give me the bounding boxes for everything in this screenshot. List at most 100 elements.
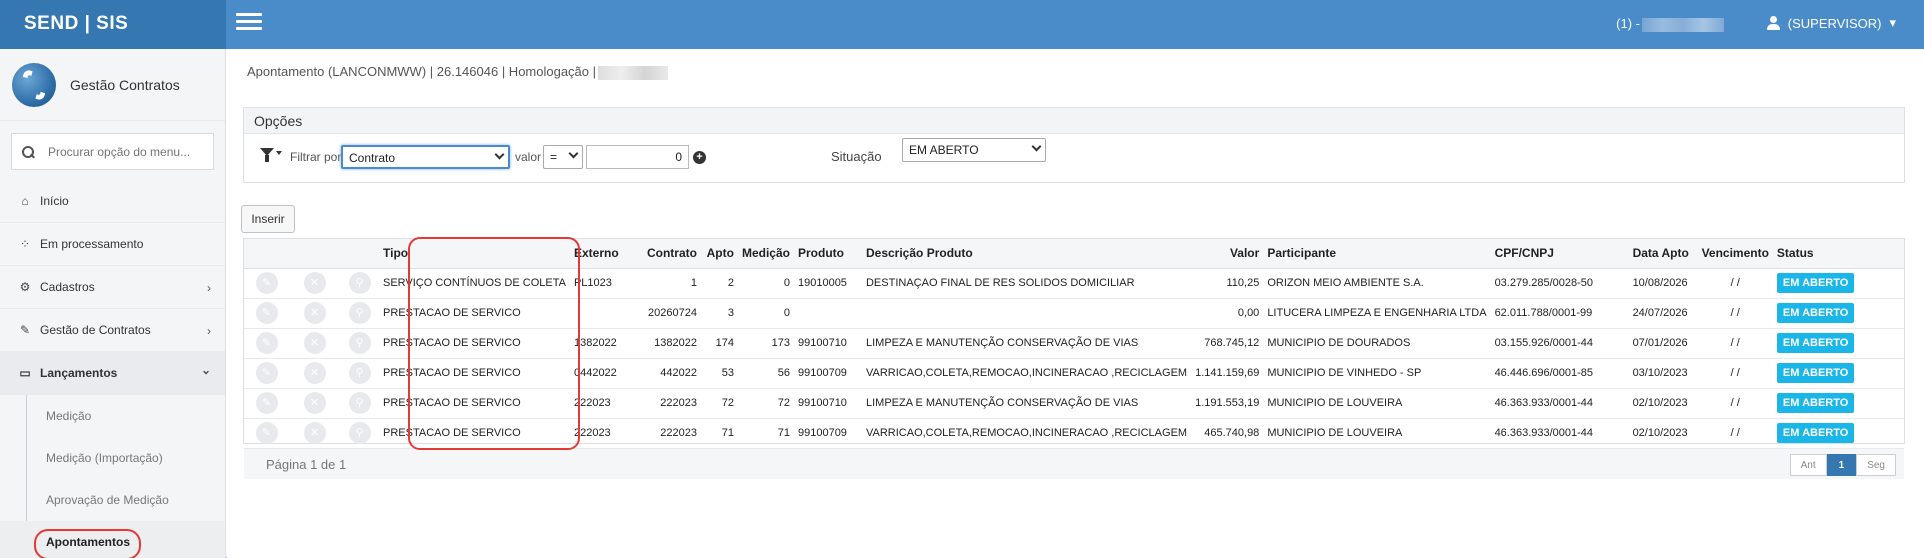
options-title: Opções <box>244 108 1904 134</box>
sidebar-submenu-lancamentos: Medição Medição (Importação) Aprovação d… <box>0 395 225 558</box>
sidebar-subitem-aprovacao-de-medicao[interactable]: Aprovação de Medição <box>0 479 225 521</box>
search-icon[interactable]: ⚲ <box>348 332 371 354</box>
col-valor[interactable]: Valor <box>1191 239 1264 269</box>
cell-medicao: 0 <box>737 268 794 299</box>
edit-icon[interactable]: ✎ <box>255 332 278 354</box>
chevron-down-icon: ⌄ <box>200 363 211 377</box>
col-descricao-produto[interactable]: Descrição Produto <box>861 239 1192 269</box>
menu-search[interactable] <box>11 133 214 170</box>
operator-value: = <box>550 150 558 164</box>
add-filter-icon[interactable]: + <box>693 151 706 164</box>
row-view-button-cell: ⚲ <box>340 268 379 299</box>
operator-select[interactable]: = <box>543 145 583 169</box>
brand-logo[interactable]: SEND | SIS <box>0 0 226 49</box>
cell-data-apto: 03/10/2023 <box>1628 358 1698 389</box>
row-edit-button-cell: ✎ <box>244 358 289 389</box>
col-externo[interactable]: Externo <box>569 239 632 269</box>
sidebar-item-inicio[interactable]: ⌂ Início <box>0 180 225 223</box>
sidebar-subitem-medicao[interactable]: Medição <box>0 395 225 437</box>
caret-down-icon: ▾ <box>1889 15 1896 30</box>
page-1-button[interactable]: 1 <box>1826 453 1857 476</box>
col-cpf-cnpj[interactable]: CPF/CNPJ <box>1490 239 1629 269</box>
col-contrato[interactable]: Contrato <box>631 239 701 269</box>
prev-page-button[interactable]: Ant <box>1789 453 1827 476</box>
menu-toggle-icon[interactable] <box>236 13 262 31</box>
filter-caret-icon[interactable] <box>276 151 282 155</box>
results-table: Tipo Externo Contrato Apto Medição Produ… <box>243 238 1905 479</box>
table-row[interactable]: ✎ ✕ ⚲ PRESTACAO DE SERVICO 0442022 442022 53 56… <box>244 358 1904 389</box>
cell-tipo: PRESTACAO DE SERVICO <box>379 388 570 419</box>
cell-contrato: 1382022 <box>631 328 701 359</box>
row-delete-button-cell: ✕ <box>289 418 340 449</box>
filter-field-select[interactable]: Contrato <box>341 145 510 169</box>
col-participante[interactable]: Participante <box>1263 239 1491 269</box>
sidebar-item-em-processamento[interactable]: ⁘ Em processamento <box>0 223 225 266</box>
cell-medicao: 173 <box>737 328 794 359</box>
sidebar-item-gestao-de-contratos[interactable]: ✎ Gestão de Contratos › <box>0 309 225 352</box>
table-row[interactable]: ✎ ✕ ⚲ PRESTACAO DE SERVICO 1382022 1382022 174… <box>244 328 1904 359</box>
col-vencimento[interactable]: Vencimento <box>1697 239 1773 269</box>
sidebar-subitem-medicao-importacao[interactable]: Medição (Importação) <box>0 437 225 479</box>
filter-icon[interactable] <box>260 148 274 162</box>
cell-cpf-cnpj: 62.011.788/0001-99 <box>1490 298 1629 329</box>
close-icon[interactable]: ✕ <box>303 272 326 294</box>
search-icon[interactable]: ⚲ <box>348 392 371 414</box>
close-icon[interactable]: ✕ <box>303 302 326 324</box>
status-badge: EM ABERTO <box>1776 333 1855 353</box>
close-icon[interactable]: ✕ <box>303 332 326 354</box>
search-icon[interactable]: ⚲ <box>348 272 371 294</box>
edit-icon[interactable]: ✎ <box>255 272 278 294</box>
menu-search-input[interactable] <box>48 144 208 159</box>
col-apto[interactable]: Apto <box>700 239 738 269</box>
user-icon <box>1766 16 1780 30</box>
situacao-select[interactable]: EM ABERTO <box>902 138 1046 162</box>
cell-produto: 19010005 <box>793 268 862 299</box>
cell-vencimento: / / <box>1697 388 1773 419</box>
cell-externo: 222023 <box>569 418 632 449</box>
edit-icon[interactable]: ✎ <box>255 362 278 384</box>
col-status[interactable]: Status <box>1772 239 1904 269</box>
cell-status: EM ABERTO <box>1772 298 1904 329</box>
table-row[interactable]: ✎ ✕ ⚲ SERVIÇO CONTÍNUOS DE COLETA PL1023 1 2 0 1… <box>244 268 1904 299</box>
cell-status: EM ABERTO <box>1772 418 1904 449</box>
next-page-button[interactable]: Seg <box>1856 453 1896 476</box>
page-info: Página 1 de 1 <box>266 456 347 472</box>
cell-apto: 174 <box>700 328 738 359</box>
redacted-environment <box>598 65 669 80</box>
search-icon[interactable]: ⚲ <box>348 362 371 384</box>
close-icon[interactable]: ✕ <box>303 422 326 444</box>
col-data-apto[interactable]: Data Apto <box>1628 239 1698 269</box>
table-row[interactable]: ✎ ✕ ⚲ PRESTACAO DE SERVICO 20260724 3 0 0,00 LIT… <box>244 298 1904 329</box>
search-icon[interactable]: ⚲ <box>348 422 371 444</box>
col-tipo[interactable]: Tipo <box>379 239 570 269</box>
user-menu[interactable]: (SUPERVISOR) ▾ <box>1766 15 1896 31</box>
sidebar-item-cadastros[interactable]: ⚙ Cadastros › <box>0 266 225 309</box>
search-icon[interactable]: ⚲ <box>348 302 371 324</box>
filter-value-input[interactable]: 0 <box>586 145 689 169</box>
cell-cpf-cnpj: 46.446.696/0001-85 <box>1490 358 1629 389</box>
sidebar-subitem-apontamentos[interactable]: Apontamentos <box>0 521 225 558</box>
cell-cpf-cnpj: 03.279.285/0028-50 <box>1490 268 1629 299</box>
edit-icon[interactable]: ✎ <box>255 422 278 444</box>
sidebar-item-lancamentos[interactable]: ▭ Lançamentos ⌄ <box>0 352 225 395</box>
close-icon[interactable]: ✕ <box>303 392 326 414</box>
situacao-label: Situação <box>831 149 882 164</box>
table-row[interactable]: ✎ ✕ ⚲ PRESTACAO DE SERVICO 222023 222023 71 71 9… <box>244 418 1904 449</box>
cell-data-apto: 02/10/2023 <box>1628 418 1698 449</box>
cell-participante: MUNICIPIO DE DOURADOS <box>1263 328 1491 359</box>
table-body: ✎ ✕ ⚲ SERVIÇO CONTÍNUOS DE COLETA PL1023 1 2 0 1… <box>244 268 1904 449</box>
close-icon[interactable]: ✕ <box>303 362 326 384</box>
cell-cpf-cnpj: 46.363.933/0001-44 <box>1490 388 1629 419</box>
cell-tipo: PRESTACAO DE SERVICO <box>379 358 570 389</box>
insert-button[interactable]: Inserir <box>241 205 295 233</box>
cell-apto: 72 <box>700 388 738 419</box>
col-medicao[interactable]: Medição <box>737 239 794 269</box>
search-icon <box>22 145 34 158</box>
col-produto[interactable]: Produto <box>793 239 862 269</box>
breadcrumb-text: Apontamento (LANCONMWW) | 26.146046 | Ho… <box>247 64 597 79</box>
row-view-button-cell: ⚲ <box>340 418 379 449</box>
edit-icon[interactable]: ✎ <box>255 392 278 414</box>
edit-icon[interactable]: ✎ <box>255 302 278 324</box>
sidebar-nav: ⌂ Início ⁘ Em processamento ⚙ Cadastros … <box>0 180 225 558</box>
table-row[interactable]: ✎ ✕ ⚲ PRESTACAO DE SERVICO 222023 222023 72 72 9… <box>244 388 1904 419</box>
